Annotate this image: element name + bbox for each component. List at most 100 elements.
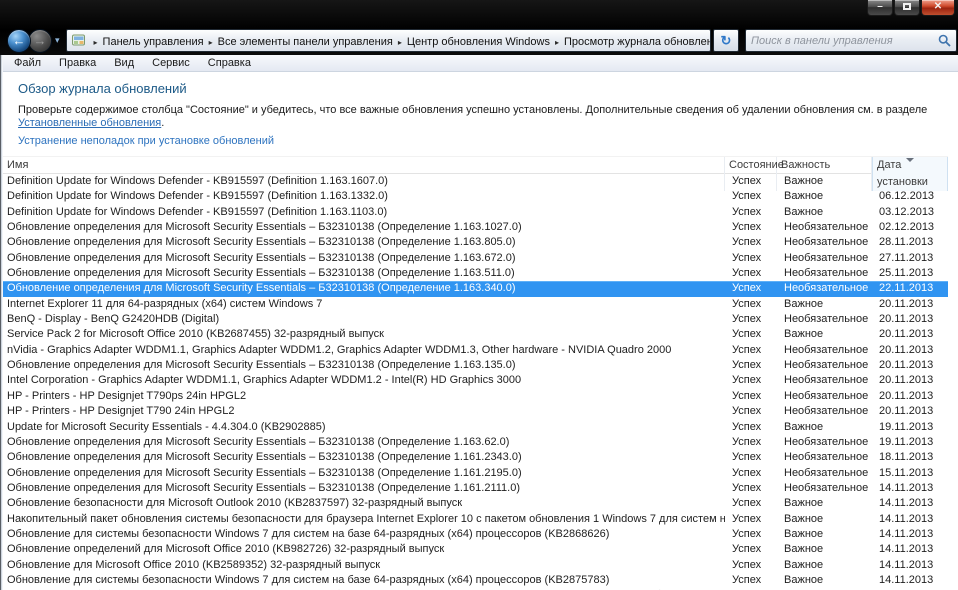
update-importance: Необязательное xyxy=(777,450,872,465)
update-name: Обновление определения для Microsoft Sec… xyxy=(3,450,725,465)
page-description: Проверьте содержимое столбца "Состояние"… xyxy=(18,104,940,130)
update-name: Definition Update for Windows Defender -… xyxy=(3,205,725,220)
table-row[interactable]: Обновление для системы безопасности Wind… xyxy=(3,527,948,542)
table-row[interactable]: Обновление определения для Microsoft Sec… xyxy=(3,358,948,373)
update-date: 20.11.2013 xyxy=(872,358,948,373)
minimize-button[interactable]: – xyxy=(867,0,893,16)
breadcrumb-item[interactable]: Центр обновления Windows xyxy=(407,36,550,48)
update-status: Успех xyxy=(725,312,777,327)
table-row[interactable]: Обновление для Microsoft Office 2010 (KB… xyxy=(3,558,948,573)
table-row[interactable]: Definition Update for Windows Defender -… xyxy=(3,205,948,220)
update-date: 03.12.2013 xyxy=(872,205,948,220)
table-row[interactable]: Internet Explorer 11 для 64-разрядных (x… xyxy=(3,297,948,312)
address-bar[interactable]: ▸Панель управления▸Все элементы панели у… xyxy=(66,29,711,52)
search-input[interactable] xyxy=(751,31,936,50)
table-row[interactable]: Обновление определения для Microsoft Sec… xyxy=(3,481,948,496)
update-name: HP - Printers - HP Designjet T790 24in H… xyxy=(3,404,725,419)
breadcrumb-item[interactable]: Все элементы панели управления xyxy=(218,36,393,48)
update-date: 28.11.2013 xyxy=(872,235,948,250)
back-button[interactable]: ← xyxy=(7,29,31,53)
update-importance: Важное xyxy=(777,327,872,342)
table-row[interactable]: Обновление определения для Microsoft Sec… xyxy=(3,466,948,481)
recent-pages-dropdown[interactable]: ▾ xyxy=(52,35,64,46)
column-header-date[interactable]: Дата установки xyxy=(872,157,948,191)
update-status: Успех xyxy=(725,404,777,419)
table-row[interactable]: Update for Microsoft Security Essentials… xyxy=(3,420,948,435)
update-date: 14.11.2013 xyxy=(872,558,948,573)
update-status: Успех xyxy=(725,251,777,266)
menu-item[interactable]: Вид xyxy=(105,57,143,69)
update-date: 06.12.2013 xyxy=(872,189,948,204)
update-importance: Необязательное xyxy=(777,281,872,296)
menu-item[interactable]: Правка xyxy=(50,57,105,69)
table-row[interactable]: Обновление определений для Microsoft Off… xyxy=(3,542,948,557)
breadcrumb-item[interactable]: Просмотр журнала обновлений xyxy=(564,36,711,48)
forward-button[interactable]: → xyxy=(28,29,52,53)
breadcrumb-arrow-icon: ▸ xyxy=(393,38,407,47)
update-importance: Необязательное xyxy=(777,235,872,250)
update-date: 20.11.2013 xyxy=(872,404,948,419)
update-importance: Необязательное xyxy=(777,404,872,419)
menu-item[interactable]: Сервис xyxy=(143,57,199,69)
breadcrumb-arrow-icon: ▸ xyxy=(89,38,103,47)
update-date: 14.11.2013 xyxy=(872,573,948,588)
menu-item[interactable]: Справка xyxy=(199,57,260,69)
update-status: Успех xyxy=(725,481,777,496)
update-importance: Необязательное xyxy=(777,435,872,450)
update-status: Успех xyxy=(725,573,777,588)
table-row[interactable]: Service Pack 2 for Microsoft Office 2010… xyxy=(3,327,948,342)
installed-updates-link[interactable]: Установленные обновления xyxy=(18,117,161,129)
update-status: Успех xyxy=(725,496,777,511)
table-row[interactable]: HP - Printers - HP Designjet T790ps 24in… xyxy=(3,389,948,404)
update-date: 15.11.2013 xyxy=(872,466,948,481)
update-name: Обновление для системы безопасности Wind… xyxy=(3,527,725,542)
sort-descending-icon xyxy=(906,158,914,162)
update-importance: Необязательное xyxy=(777,220,872,235)
breadcrumb-item[interactable]: Панель управления xyxy=(103,36,204,48)
maximize-button[interactable] xyxy=(894,0,920,16)
table-row[interactable]: Обновление определения для Microsoft Sec… xyxy=(3,266,948,281)
update-name: Обновление определения для Microsoft Sec… xyxy=(3,481,725,496)
column-header-importance[interactable]: Важность xyxy=(777,157,872,191)
table-row[interactable]: Definition Update for Windows Defender -… xyxy=(3,189,948,204)
table-row[interactable]: Обновление для системы безопасности Wind… xyxy=(3,573,948,588)
search-icon xyxy=(938,34,951,47)
table-row[interactable]: Обновление определения для Microsoft Sec… xyxy=(3,435,948,450)
update-name: Обновление для системы безопасности Wind… xyxy=(3,573,725,588)
table-header-row: Имя Состояние Важность Дата установки xyxy=(3,156,948,174)
update-history-table: Имя Состояние Важность Дата установки De… xyxy=(3,156,958,590)
table-row[interactable]: Обновление определения для Microsoft Sec… xyxy=(3,235,948,250)
table-row[interactable]: HP - Printers - HP Designjet T790 24in H… xyxy=(3,404,948,419)
table-row[interactable]: Обновление определения для Microsoft Sec… xyxy=(3,281,948,296)
table-row[interactable]: Intel Corporation - Graphics Adapter WDD… xyxy=(3,373,948,388)
refresh-button[interactable]: ↻ xyxy=(713,29,739,52)
update-importance: Необязательное xyxy=(777,312,872,327)
table-body: Definition Update for Windows Defender -… xyxy=(3,174,958,590)
update-importance: Важное xyxy=(777,189,872,204)
column-header-status[interactable]: Состояние xyxy=(725,157,777,191)
column-header-name[interactable]: Имя xyxy=(3,157,725,191)
table-row[interactable]: Обновление определения для Microsoft Sec… xyxy=(3,220,948,235)
update-name: Обновление безопасности для Microsoft Ou… xyxy=(3,496,725,511)
table-row[interactable]: Обновление безопасности для Microsoft Ou… xyxy=(3,496,948,511)
update-date: 27.11.2013 xyxy=(872,251,948,266)
table-row[interactable]: Обновление определения для Microsoft Sec… xyxy=(3,251,948,266)
table-row[interactable]: nVidia - Graphics Adapter WDDM1.1, Graph… xyxy=(3,343,948,358)
table-row[interactable]: Обновление определения для Microsoft Sec… xyxy=(3,450,948,465)
maximize-icon xyxy=(903,3,911,10)
update-importance: Важное xyxy=(777,297,872,312)
description-text: Проверьте содержимое столбца "Состояние"… xyxy=(18,104,927,116)
update-date: 20.11.2013 xyxy=(872,343,948,358)
update-date: 18.11.2013 xyxy=(872,450,948,465)
close-button[interactable]: ✕ xyxy=(921,0,955,16)
update-importance: Важное xyxy=(777,512,872,527)
table-row[interactable]: BenQ - Display - BenQ G2420HDB (Digital)… xyxy=(3,312,948,327)
menu-item[interactable]: Файл xyxy=(5,57,50,69)
update-importance: Необязательное xyxy=(777,389,872,404)
update-name: Накопительный пакет обновления системы б… xyxy=(3,512,725,527)
update-status: Успех xyxy=(725,281,777,296)
update-importance: Важное xyxy=(777,558,872,573)
table-row[interactable]: Накопительный пакет обновления системы б… xyxy=(3,512,948,527)
troubleshoot-link[interactable]: Устранение неполадок при установке обнов… xyxy=(18,135,274,147)
update-date: 20.11.2013 xyxy=(872,312,948,327)
